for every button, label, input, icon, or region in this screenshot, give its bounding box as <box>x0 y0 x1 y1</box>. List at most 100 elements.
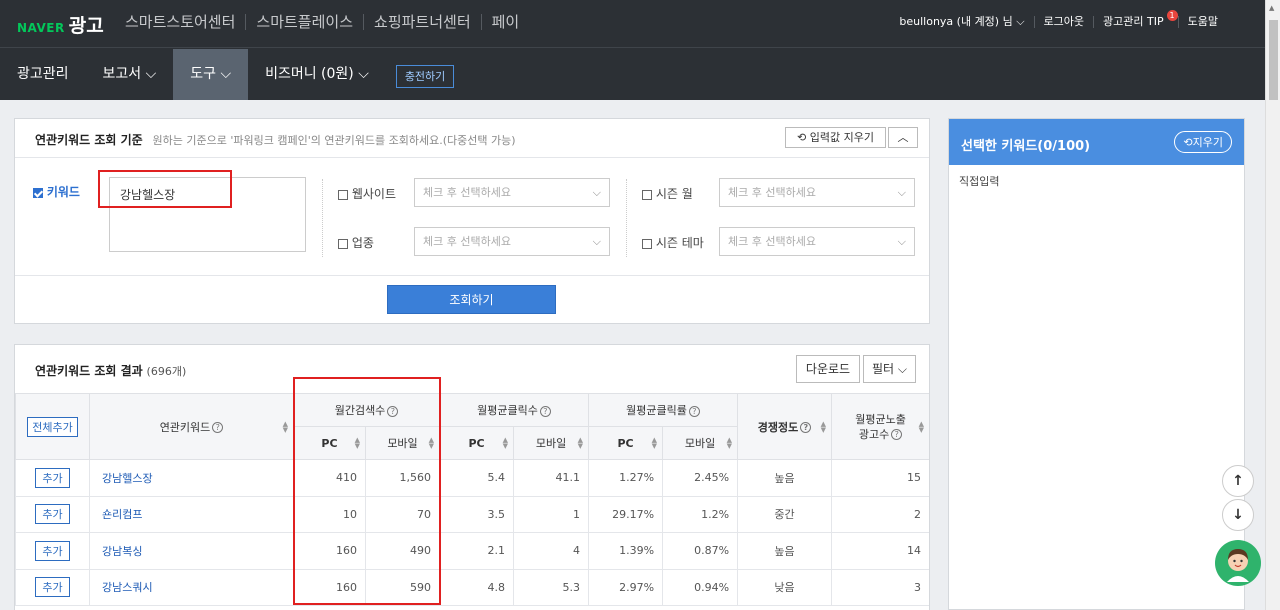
scroll-bottom-button[interactable]: ↓ <box>1222 499 1254 531</box>
search-button[interactable]: 조회하기 <box>387 285 556 314</box>
website-label: 웹사이트 <box>351 187 396 201</box>
keyword-checkbox[interactable] <box>33 187 43 198</box>
col-avg-ads-label-1: 월평균노출 <box>855 412 906 426</box>
keyword-cell[interactable]: 강남헬스장 <box>89 459 294 497</box>
sub-pc-clicks[interactable]: PC ▲ ▼ <box>439 426 515 460</box>
pc-ctr-cell: 1.39% <box>588 532 664 570</box>
service-link-smartplace[interactable]: 스마트플레이스 <box>245 14 363 30</box>
col-competition[interactable]: 경쟁정도? ▲ ▼ <box>737 393 833 460</box>
sort-icon[interactable]: ▲ ▼ <box>578 437 583 450</box>
help-icon[interactable]: ? <box>800 422 812 433</box>
scroll-up-arrow-icon[interactable]: ▲ <box>1269 4 1274 12</box>
help-icon[interactable]: ? <box>891 429 903 440</box>
clear-selected-button[interactable]: ⟲지우기 <box>1174 131 1232 153</box>
chevron-down-icon: ⌵ <box>897 362 908 376</box>
season-theme-option[interactable]: 시즌 테마 <box>642 234 704 251</box>
menu-bizmoney[interactable]: 비즈머니 (0원) ⌵ <box>248 49 386 100</box>
website-select-placeholder: 체크 후 선택하세요 <box>423 186 511 199</box>
col-keyword[interactable]: 연관키워드? ▲ ▼ <box>89 393 294 460</box>
user-menu[interactable]: beullonya (내 계정) 님 ⌵ <box>890 16 1033 28</box>
sub-pc-ctr[interactable]: PC ▲ ▼ <box>588 426 664 460</box>
sort-icon[interactable]: ▲ ▼ <box>503 437 508 450</box>
keyword-option[interactable]: 키워드 <box>33 183 80 200</box>
sort-icon[interactable]: ▲ ▼ <box>821 420 826 433</box>
add-keyword-button[interactable]: 추가 <box>35 577 70 598</box>
download-button[interactable]: 다운로드 <box>796 355 860 383</box>
industry-option[interactable]: 업종 <box>338 234 374 251</box>
naver-ad-logo[interactable]: NAVER 광고 <box>17 11 104 38</box>
service-link-pay[interactable]: 페이 <box>480 14 530 30</box>
table-row: 추가 강남복싱 160 490 2.1 4 1.39% 0.87% 높음 14 <box>15 532 929 570</box>
help-icon[interactable]: ? <box>212 422 224 433</box>
website-select[interactable]: 체크 후 선택하세요 ⌵ <box>414 178 610 207</box>
keyword-cell[interactable]: 강남스쿼시 <box>89 568 294 606</box>
competition-cell: 낮음 <box>737 568 833 606</box>
scroll-thumb[interactable] <box>1269 20 1278 100</box>
sort-icon[interactable]: ▲ ▼ <box>283 420 288 433</box>
pc-clicks-cell: 2.1 <box>439 532 515 570</box>
sub-pc-label: PC <box>617 436 634 450</box>
charge-button[interactable]: 충전하기 <box>395 65 455 88</box>
add-keyword-button[interactable]: 추가 <box>35 540 70 561</box>
col-avg-ads[interactable]: 월평균노출 광고수? ▲ ▼ <box>831 393 929 460</box>
logout-link[interactable]: 로그아웃 <box>1033 16 1093 28</box>
menu-ad-management[interactable]: 광고관리 <box>0 49 86 100</box>
sub-mobile-label: 모바일 <box>535 437 567 450</box>
add-all-button[interactable]: 전체추가 <box>27 416 78 437</box>
help-icon[interactable]: ? <box>688 405 700 417</box>
add-keyword-button[interactable]: 추가 <box>35 504 70 525</box>
season-theme-select[interactable]: 체크 후 선택하세요 ⌵ <box>719 227 915 256</box>
collapse-button[interactable]: ︿ <box>888 127 918 148</box>
website-checkbox[interactable] <box>338 189 348 200</box>
service-link-smartstore[interactable]: 스마트스토어센터 <box>125 14 245 30</box>
competition-cell: 중간 <box>737 495 833 533</box>
industry-select-placeholder: 체크 후 선택하세요 <box>423 235 511 248</box>
industry-select[interactable]: 체크 후 선택하세요 ⌵ <box>414 227 610 256</box>
scroll-top-button[interactable]: ↑ <box>1222 465 1254 497</box>
menu-tools[interactable]: 도구 ⌵ <box>173 49 249 100</box>
keyword-cell[interactable]: 강남복싱 <box>89 532 294 570</box>
chevron-down-icon: ⌵ <box>592 186 601 199</box>
season-month-select-placeholder: 체크 후 선택하세요 <box>728 186 816 199</box>
menu-reports[interactable]: 보고서 ⌵ <box>86 49 174 100</box>
results-header: 연관키워드 조회 결과 (696개) <box>35 362 186 379</box>
sort-icon[interactable]: ▲ ▼ <box>919 420 924 433</box>
sub-mobile-clicks[interactable]: 모바일 ▲ ▼ <box>513 426 590 460</box>
table-body: 추가 강남헬스장 410 1,560 5.4 41.1 1.27% 2.45% 높음 15 추가 숀리… <box>15 459 929 606</box>
criteria-header: 연관키워드 조회 기준 원하는 기준으로 '파워링크 캠페인'의 연관키워드를 … <box>35 131 516 148</box>
help-icon[interactable]: ? <box>539 405 551 417</box>
page-scrollbar[interactable]: ▲ <box>1265 0 1280 610</box>
keyword-table: 전체추가 연관키워드? ▲ ▼ 월간검색수? 월평균클릭수? 월평균클릭률? 경쟁정… <box>15 393 929 606</box>
filter-label: 필터 <box>871 362 895 376</box>
ad-tip-link[interactable]: 광고관리 TIP 1 <box>1093 10 1178 28</box>
season-month-checkbox[interactable] <box>642 189 652 200</box>
avg-ads-cell: 14 <box>831 532 929 570</box>
tip-badge: 1 <box>1166 10 1178 21</box>
season-month-select[interactable]: 체크 후 선택하세요 ⌵ <box>719 178 915 207</box>
add-cell: 추가 <box>15 568 90 606</box>
direct-input-area[interactable]: 직접입력 <box>949 165 1244 601</box>
competition-cell: 높음 <box>737 459 833 497</box>
sort-icon[interactable]: ▲ ▼ <box>652 437 657 450</box>
help-link[interactable]: 도움말 <box>1177 16 1227 28</box>
industry-checkbox[interactable] <box>338 238 348 249</box>
add-keyword-button[interactable]: 추가 <box>35 467 70 488</box>
service-link-shopping-partner[interactable]: 쇼핑파트너센터 <box>363 14 481 30</box>
season-month-option[interactable]: 시즌 월 <box>642 185 693 202</box>
reset-input-button[interactable]: ⟲ 입력값 지우기 <box>785 127 886 148</box>
avg-ads-cell: 15 <box>831 459 929 497</box>
website-option[interactable]: 웹사이트 <box>338 185 396 202</box>
sort-icon[interactable]: ▲ ▼ <box>727 437 732 450</box>
selected-keywords-title: 선택한 키워드(0/100) <box>961 139 1091 154</box>
main-menu: 광고관리 보고서 ⌵ 도구 ⌵ 비즈머니 (0원) ⌵ 충전하기 <box>0 49 455 100</box>
criteria-description: 원하는 기준으로 '파워링크 캠페인'의 연관키워드를 조회하세요.(다중선택 … <box>152 134 516 147</box>
chevron-down-icon: ⌵ <box>592 235 601 248</box>
keyword-cell[interactable]: 숀리컴프 <box>89 495 294 533</box>
sub-mobile-ctr[interactable]: 모바일 ▲ ▼ <box>662 426 739 460</box>
table-row: 추가 강남스쿼시 160 590 4.8 5.3 2.97% 0.94% 낮음 3 <box>15 568 929 606</box>
season-theme-checkbox[interactable] <box>642 238 652 249</box>
filter-button[interactable]: 필터 ⌵ <box>863 355 916 383</box>
avg-ads-cell: 3 <box>831 568 929 606</box>
top-bar: NAVER 광고 스마트스토어센터 스마트플레이스 쇼핑파트너센터 페이 beu… <box>0 0 1265 48</box>
chatbot-button[interactable] <box>1215 540 1261 586</box>
